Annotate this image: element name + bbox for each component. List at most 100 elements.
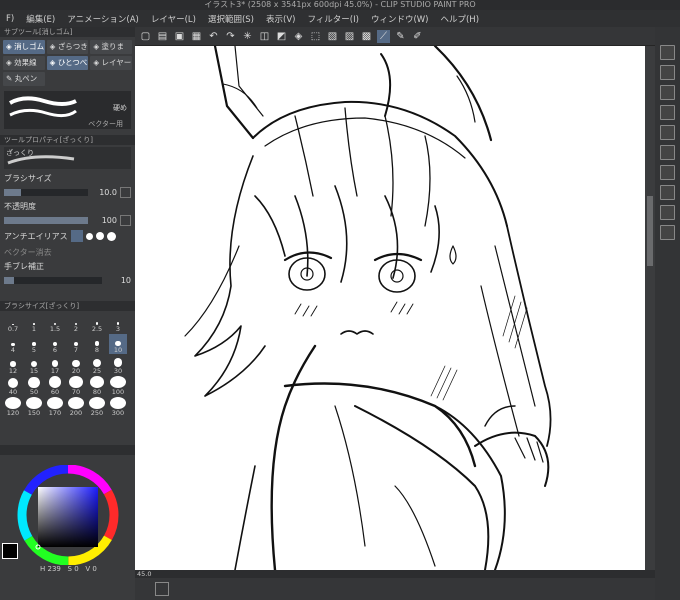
dock-image-icon[interactable]: [660, 125, 675, 140]
settings-icon[interactable]: ▦: [190, 30, 203, 43]
brush-size-item[interactable]: 0.7: [4, 313, 22, 333]
brush-size-dot: [89, 376, 105, 388]
main-color-swatch[interactable]: [2, 543, 18, 559]
show-selection-icon[interactable]: ▩: [360, 30, 373, 43]
undo-icon[interactable]: ↶: [207, 30, 220, 43]
dock-material-icon[interactable]: [660, 45, 675, 60]
brush-size-item[interactable]: 70: [67, 376, 85, 396]
opacity-toggle[interactable]: [120, 214, 131, 226]
brush-size-dot: [26, 397, 42, 409]
subtool-preset-preview[interactable]: 硬め ベクター用: [4, 91, 131, 129]
menu-filter[interactable]: フィルター(I): [301, 13, 364, 25]
subtool-effect-lines[interactable]: ◈ 効果線: [3, 56, 45, 70]
brush-size-item[interactable]: 150: [25, 397, 43, 417]
menu-window[interactable]: ウィンドウ(W): [365, 13, 435, 25]
menu-selection[interactable]: 選択範囲(S): [202, 13, 260, 25]
brush-size-item[interactable]: 250: [88, 397, 106, 417]
subtool-paint[interactable]: ◈ 塗りま: [90, 40, 132, 54]
clear-icon[interactable]: ◫: [258, 30, 271, 43]
brush-size-item[interactable]: 17: [46, 355, 64, 375]
brush-size-dot: [110, 376, 126, 388]
navigator-icon[interactable]: [155, 582, 169, 596]
brush-size-item[interactable]: 200: [67, 397, 85, 417]
scrollbar-thumb[interactable]: [647, 196, 653, 266]
antialias-weak-option[interactable]: [85, 232, 93, 240]
opacity-row: 不透明度: [0, 199, 135, 213]
brush-size-slider[interactable]: [4, 188, 88, 196]
brush-size-item[interactable]: 20: [67, 355, 85, 375]
dock-close-icon[interactable]: [660, 65, 675, 80]
snap-ruler-icon[interactable]: ⟋: [377, 29, 390, 43]
menu-animation[interactable]: アニメーション(A): [61, 13, 145, 25]
open-folder-icon[interactable]: ▤: [156, 30, 169, 43]
brush-size-item[interactable]: 2.5: [88, 313, 106, 333]
deselect-icon[interactable]: ▧: [326, 30, 339, 43]
dock-layer-icon[interactable]: [660, 85, 675, 100]
brush-size-item[interactable]: 1.5: [46, 313, 64, 333]
brush-size-item[interactable]: 120: [4, 397, 22, 417]
loading-icon[interactable]: ✳: [241, 30, 254, 43]
brush-size-item[interactable]: 1: [25, 313, 43, 333]
subtool-hitotsube[interactable]: ◈ ひとつべ: [46, 56, 89, 70]
transform-icon[interactable]: ⬚: [309, 30, 322, 43]
dock-person-icon[interactable]: [660, 205, 675, 220]
drawing-canvas[interactable]: [135, 46, 645, 570]
zoom-value[interactable]: 45.0: [137, 570, 151, 578]
brush-size-label: 70: [71, 388, 81, 396]
menu-help[interactable]: ヘルプ(H): [434, 13, 485, 25]
snap-grid-icon[interactable]: ✎: [394, 30, 407, 43]
fill-icon[interactable]: ◈: [292, 30, 305, 43]
brush-size-item[interactable]: 170: [46, 397, 64, 417]
brush-size-item[interactable]: 10: [109, 334, 127, 354]
antialias-strong-option[interactable]: [106, 231, 116, 241]
opacity-value[interactable]: 100: [91, 216, 117, 225]
brush-size-item[interactable]: 6: [46, 334, 64, 354]
brush-size-item[interactable]: 300: [109, 397, 127, 417]
subtool-layer[interactable]: ◈ レイヤー: [90, 56, 132, 70]
brush-size-item[interactable]: 8: [88, 334, 106, 354]
brush-size-item[interactable]: 2: [67, 313, 85, 333]
stabilize-value[interactable]: 10: [105, 276, 131, 285]
new-canvas-icon[interactable]: ▢: [139, 30, 152, 43]
brush-size-toggle[interactable]: [120, 186, 131, 198]
brush-size-item[interactable]: 12: [4, 355, 22, 375]
brush-size-item[interactable]: 4: [4, 334, 22, 354]
dock-history-icon[interactable]: [660, 165, 675, 180]
stabilize-slider[interactable]: [4, 276, 102, 284]
subtool-round-pen[interactable]: ✎ 丸ペン: [3, 72, 45, 86]
brush-size-item[interactable]: 80: [88, 376, 106, 396]
brush-size-item[interactable]: 25: [88, 355, 106, 375]
brush-size-item[interactable]: 50: [25, 376, 43, 396]
opacity-slider[interactable]: [4, 216, 88, 224]
brush-size-item[interactable]: 30: [109, 355, 127, 375]
snap-special-icon[interactable]: ✐: [411, 30, 424, 43]
brush-size-value[interactable]: 10.0: [91, 188, 117, 197]
brush-size-dot: [68, 397, 84, 409]
clear-outside-icon[interactable]: ◩: [275, 30, 288, 43]
redo-icon[interactable]: ↷: [224, 30, 237, 43]
menu-file[interactable]: F): [0, 14, 20, 24]
brush-size-item[interactable]: 3: [109, 313, 127, 333]
menu-layer[interactable]: レイヤー(L): [145, 13, 202, 25]
subtool-eraser[interactable]: ◈ 消しゴム: [3, 40, 45, 54]
save-icon[interactable]: ▣: [173, 30, 186, 43]
subtool-rough[interactable]: ◈ ざらつき: [46, 40, 89, 54]
canvas-vertical-scrollbar[interactable]: [645, 46, 655, 570]
menu-edit[interactable]: 編集(E): [20, 13, 61, 25]
brush-size-item[interactable]: 100: [109, 376, 127, 396]
dock-delete-icon[interactable]: [660, 105, 675, 120]
brush-size-item[interactable]: 60: [46, 376, 64, 396]
antialias-none-option[interactable]: [70, 230, 83, 242]
dock-figure-icon[interactable]: [660, 225, 675, 240]
brush-size-item[interactable]: 5: [25, 334, 43, 354]
brush-size-item[interactable]: 40: [4, 376, 22, 396]
dock-folder-icon[interactable]: [660, 145, 675, 160]
brush-size-item[interactable]: 15: [25, 355, 43, 375]
antialias-medium-option[interactable]: [95, 232, 104, 240]
menu-view[interactable]: 表示(V): [260, 13, 301, 25]
invert-selection-icon[interactable]: ▨: [343, 30, 356, 43]
dock-list-icon[interactable]: [660, 185, 675, 200]
brush-size-label: 170: [48, 409, 62, 417]
brush-size-item[interactable]: 7: [67, 334, 85, 354]
color-wheel[interactable]: [10, 465, 126, 565]
